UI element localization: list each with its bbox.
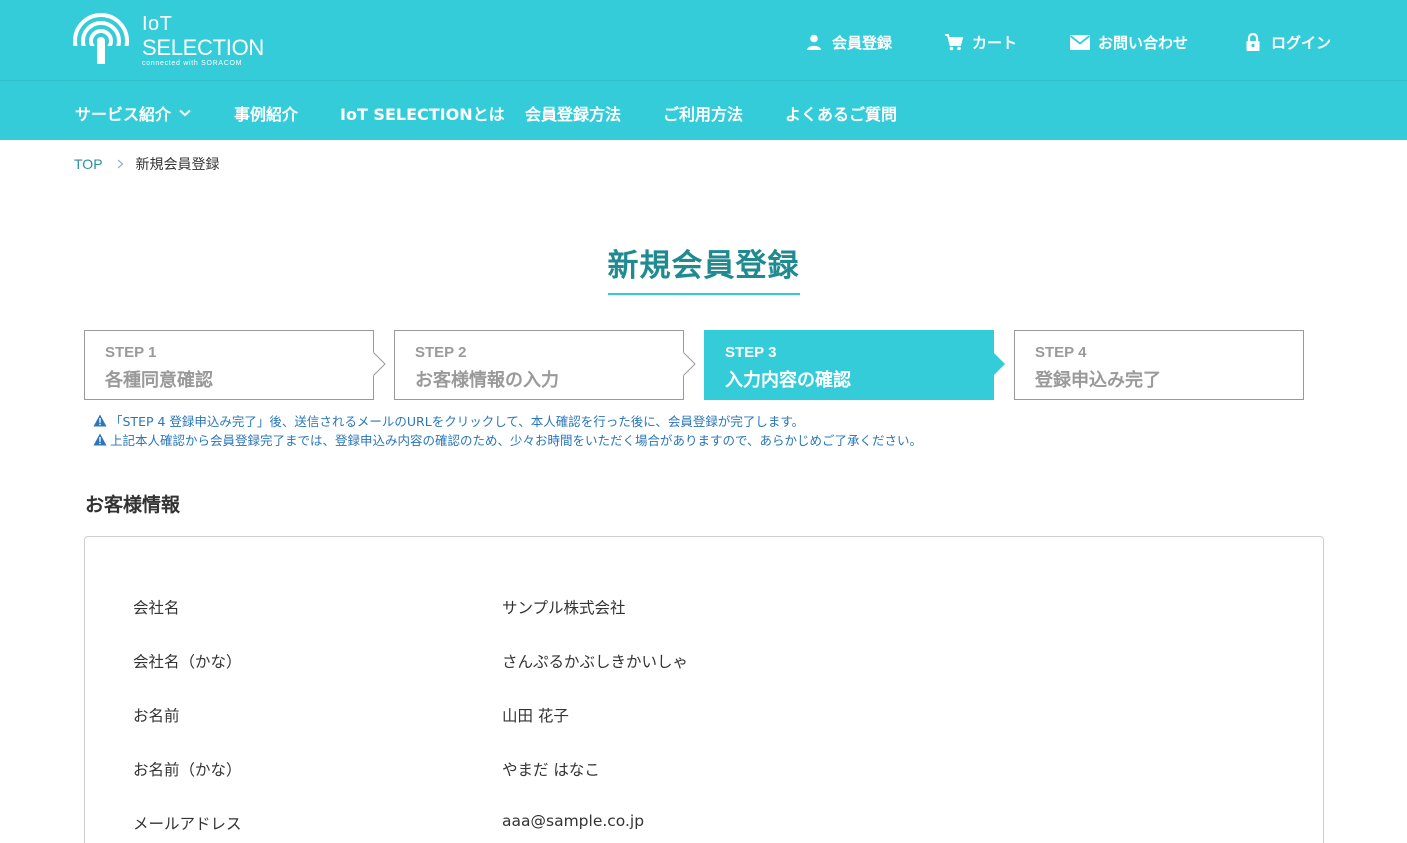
nav-how-to-register[interactable]: 会員登録方法 [525,101,621,125]
info-label: お名前 [133,707,180,725]
step-2-number: STEP 2 [415,344,467,361]
info-row-company-kana: 会社名（かな） さんぷるかぶしきかいしゃ [133,650,1283,674]
page-title: 新規会員登録 [607,240,800,295]
step-1-number: STEP 1 [105,344,157,361]
signal-logo-icon [72,13,134,68]
nav-login[interactable]: ログイン [1243,28,1331,56]
nav-services-label: サービス紹介 [75,105,172,124]
step-4-number: STEP 4 [1035,344,1087,361]
info-value: aaa@sample.co.jp [502,812,645,830]
info-row-email: メールアドレス aaa@sample.co.jp [133,812,1283,836]
site-logo[interactable]: IoT SELECTION connected with SORACOM [72,12,264,72]
user-icon [804,32,824,52]
nav-contact[interactable]: お問い合わせ [1070,28,1188,56]
step-1-arrow-icon [373,352,386,376]
section-title-customer-info: お客様情報 [85,494,181,516]
nav-cases[interactable]: 事例紹介 [234,101,298,125]
notice-1-text: 「STEP 4 登録申込み完了」後、送信されるメールのURLをクリックして、本人… [110,413,805,429]
nav-login-label: ログイン [1271,33,1332,52]
step-1-label: 各種同意確認 [105,370,213,391]
step-3-current: STEP 3 入力内容の確認 [704,330,994,400]
breadcrumb-current: 新規会員登録 [135,157,220,173]
notice-2-text: 上記本人確認から会員登録完了までは、登録申込み内容の確認のため、少々お時間をいた… [110,432,923,448]
warning-icon [93,414,107,427]
nav-register-label: 会員登録 [832,33,893,52]
logo-tagline: connected with SORACOM [142,60,243,67]
nav-cart-label: カート [972,33,1018,52]
mail-icon [1070,32,1090,52]
step-3-number: STEP 3 [725,344,777,361]
cart-icon [944,32,964,52]
info-label: メールアドレス [133,815,242,833]
step-2: STEP 2 お客様情報の入力 [394,330,684,400]
main-navigation: サービス紹介 事例紹介 IoT SELECTIONとは 会員登録方法 ご利用方法… [0,80,1407,140]
lock-icon [1243,32,1263,52]
step-2-arrow-icon [683,352,696,376]
nav-register[interactable]: 会員登録 [804,28,892,56]
step-3-label: 入力内容の確認 [725,370,851,391]
step-4: STEP 4 登録申込み完了 [1014,330,1304,400]
chevron-right-icon [117,159,124,169]
notice-1: 「STEP 4 登録申込み完了」後、送信されるメールのURLをクリックして、本人… [93,411,804,429]
nav-about[interactable]: IoT SELECTIONとは [340,101,505,125]
breadcrumb-home-link[interactable]: TOP [74,156,103,172]
info-value: 山田 花子 [502,707,569,725]
nav-faq[interactable]: よくあるご質問 [785,101,897,125]
info-label: 会社名（かな） [133,653,242,671]
info-value: さんぷるかぶしきかいしゃ [502,653,689,671]
nav-cart[interactable]: カート [944,28,1017,56]
info-value: サンプル株式会社 [502,599,626,617]
notice-2: 上記本人確認から会員登録完了までは、登録申込み内容の確認のため、少々お時間をいた… [93,430,922,448]
step-2-label: お客様情報の入力 [415,370,559,391]
nav-contact-label: お問い合わせ [1098,33,1189,52]
page-title-wrap: 新規会員登録 [0,240,1407,295]
breadcrumb: TOP 新規会員登録 [74,154,220,174]
nav-usage[interactable]: ご利用方法 [663,101,743,125]
chevron-down-icon [179,109,191,117]
logo-text-selection: SELECTION [142,35,264,60]
step-3-arrow-icon [993,352,1005,376]
nav-services[interactable]: サービス紹介 [75,101,191,125]
info-row-company: 会社名 サンプル株式会社 [133,596,1283,620]
info-row-name: お名前 山田 花子 [133,704,1283,728]
site-header: IoT SELECTION connected with SORACOM 会員登… [0,0,1407,80]
info-row-name-kana: お名前（かな） やまだ はなこ [133,758,1283,782]
logo-text-iot: IoT [142,13,173,35]
step-4-label: 登録申込み完了 [1035,370,1161,391]
warning-icon [93,433,107,446]
info-value: やまだ はなこ [502,761,600,779]
info-label: お名前（かな） [133,761,242,779]
step-1: STEP 1 各種同意確認 [84,330,374,400]
info-label: 会社名 [133,599,180,617]
customer-info-card: 会社名 サンプル株式会社 会社名（かな） さんぷるかぶしきかいしゃ お名前 山田… [84,536,1324,843]
